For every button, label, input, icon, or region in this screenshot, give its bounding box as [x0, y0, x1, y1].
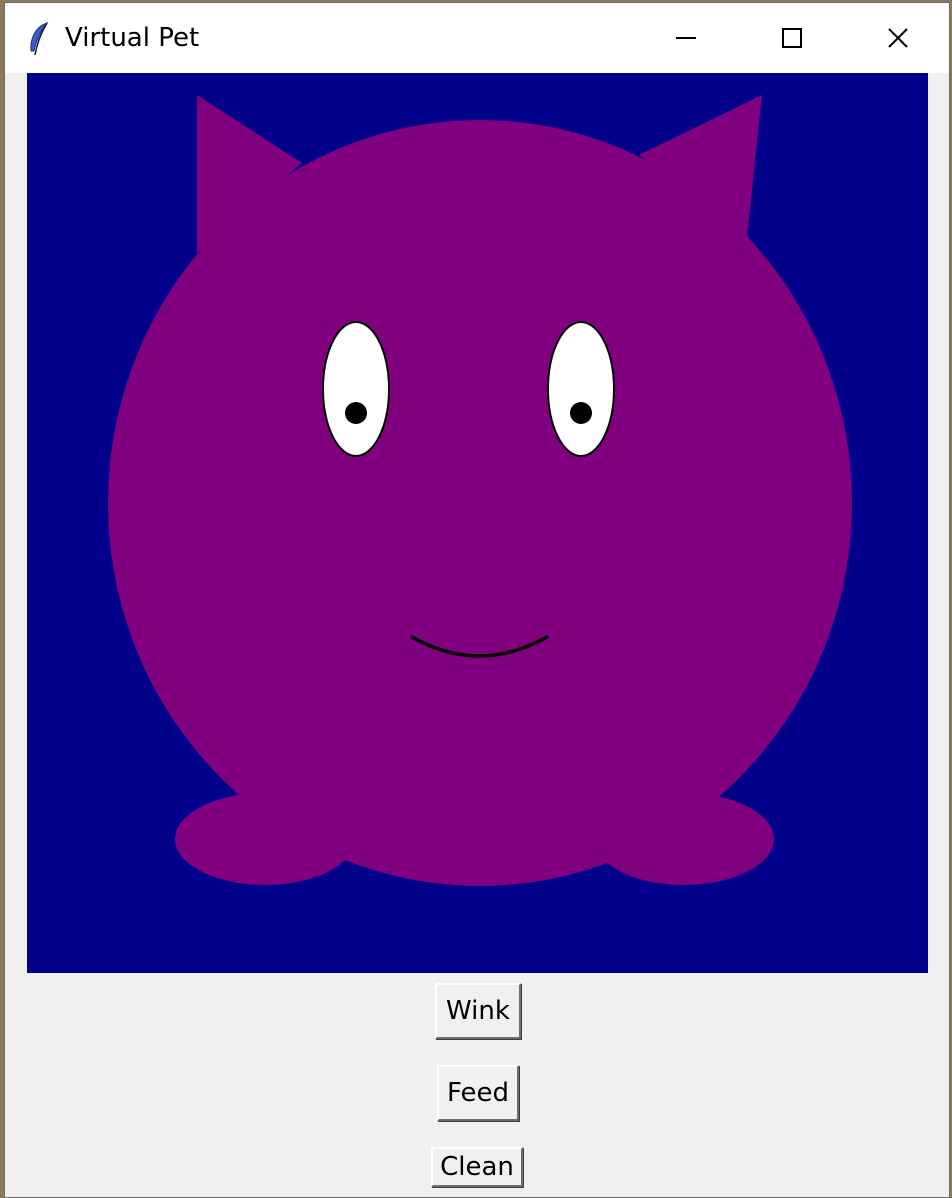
- minimize-button[interactable]: [633, 3, 739, 73]
- app-window: Virtual Pet Wink Feed Clean: [4, 2, 950, 1198]
- close-button[interactable]: [845, 3, 951, 73]
- window-title: Virtual Pet: [65, 23, 200, 53]
- right-eye: [547, 321, 615, 457]
- left-pupil: [345, 402, 367, 424]
- clean-button[interactable]: Clean: [431, 1147, 523, 1187]
- feather-icon: [27, 21, 53, 57]
- maximize-icon: [782, 28, 802, 48]
- wink-button[interactable]: Wink: [435, 983, 521, 1039]
- maximize-button[interactable]: [739, 3, 845, 73]
- pet-canvas[interactable]: [27, 73, 928, 973]
- title-bar[interactable]: Virtual Pet: [5, 3, 949, 73]
- left-eye: [322, 321, 390, 457]
- minimize-icon: [676, 37, 696, 39]
- right-pupil: [570, 402, 592, 424]
- pet-body: [108, 120, 852, 886]
- pet: [108, 95, 852, 886]
- feed-button[interactable]: Feed: [437, 1065, 519, 1121]
- close-icon: [888, 28, 908, 48]
